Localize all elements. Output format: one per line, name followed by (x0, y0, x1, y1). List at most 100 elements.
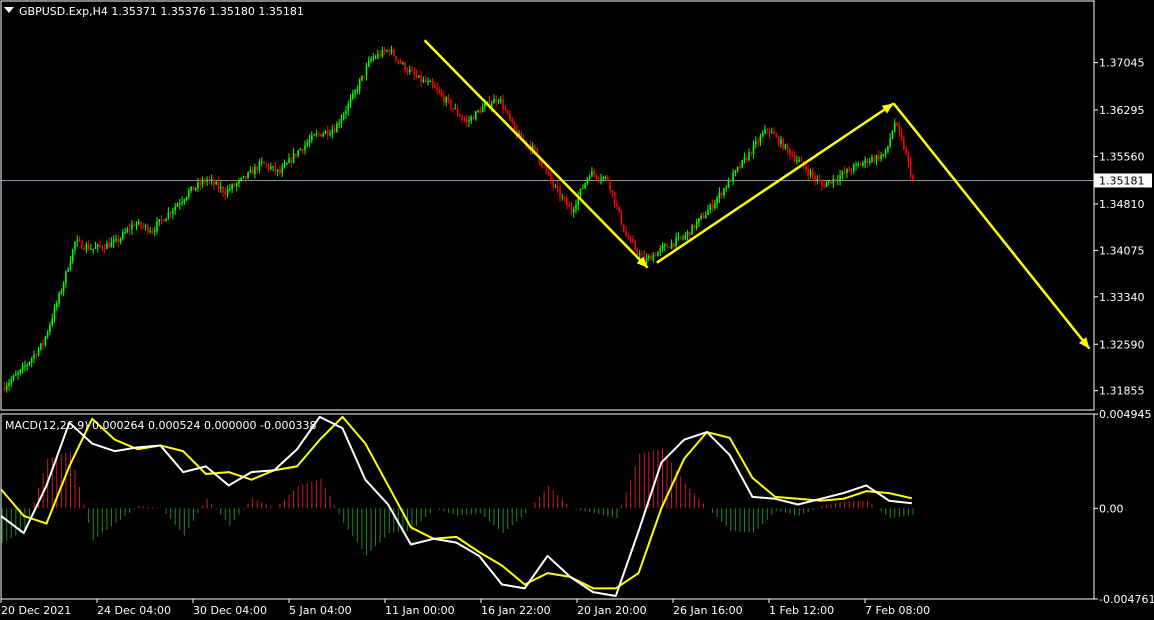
candle-body (493, 98, 495, 104)
candle-body (600, 179, 602, 181)
candle-body (181, 201, 183, 204)
candle-body (17, 372, 19, 375)
candle-body (60, 291, 63, 294)
candle-body (290, 158, 293, 163)
x-tick-label: 5 Jan 04:00 (289, 604, 352, 617)
candle-body (871, 157, 873, 162)
candle-body (144, 225, 147, 227)
candle-body (864, 159, 866, 163)
candle-body (584, 183, 586, 189)
candle-body (92, 248, 95, 250)
candle-body (44, 336, 47, 345)
candle-body (456, 108, 459, 115)
chart-canvas[interactable]: 1.37045 1.36295 1.35560 1.34810 1.34075 1.333… (0, 0, 1154, 620)
candle-body (691, 224, 693, 235)
candle-body (859, 164, 862, 166)
candle-body (156, 221, 158, 231)
candle-body (707, 210, 709, 215)
candle-body (69, 261, 72, 270)
candle-body (666, 245, 668, 248)
candle-body (543, 166, 545, 168)
candle-body (194, 187, 197, 191)
candle-body (188, 190, 190, 197)
candle-body (791, 154, 794, 156)
candle-body (668, 247, 671, 249)
candle-body (331, 130, 334, 134)
current-price-label: 1.35181 (1099, 174, 1145, 187)
candle-body (568, 204, 570, 207)
price-y-tick-label: 1.35560 (1099, 151, 1145, 164)
candle-body (452, 108, 454, 110)
candle-body (422, 79, 425, 82)
candle-body (183, 199, 186, 202)
candle-body (165, 218, 167, 222)
candle-body (545, 167, 548, 171)
candle-body (745, 157, 748, 161)
candle-body (301, 148, 304, 151)
candle-body (784, 144, 787, 149)
candle-body (786, 144, 789, 149)
candle-body (101, 246, 104, 249)
candle-body (238, 179, 240, 184)
candle-body (26, 364, 28, 366)
price-y-tick-label: 1.33340 (1099, 291, 1145, 304)
candle-body (21, 366, 24, 370)
candle-body (119, 238, 122, 243)
x-tick-label: 20 Dec 2021 (1, 604, 71, 617)
candle-body (720, 192, 723, 196)
candle-body (313, 134, 315, 136)
candle-body (281, 167, 284, 173)
candle-body (862, 162, 864, 166)
candle-body (638, 254, 641, 256)
candle-body (404, 62, 406, 71)
candle-body (347, 103, 350, 111)
candle-body (755, 141, 757, 145)
x-tick-label: 24 Dec 04:00 (97, 604, 171, 617)
candle-body (33, 354, 35, 359)
candle-body (875, 155, 878, 161)
candle-body (659, 248, 662, 252)
candle-body (752, 144, 755, 154)
candle-body (663, 245, 666, 247)
candle-body (292, 153, 295, 163)
candle-body (773, 131, 775, 135)
candle-body (627, 236, 630, 240)
candle-body (233, 184, 236, 187)
candle-body (818, 179, 821, 182)
x-tick-label: 30 Dec 04:00 (193, 604, 267, 617)
candle-body (24, 365, 26, 367)
candle-body (595, 174, 598, 179)
candle-body (115, 239, 117, 241)
candle-body (35, 354, 38, 356)
candle-body (263, 161, 265, 164)
candle-body (570, 206, 573, 213)
candle-body (759, 136, 762, 143)
candle-body (848, 168, 851, 172)
candle-body (575, 205, 577, 210)
candle-body (42, 343, 44, 345)
candle-body (340, 118, 343, 124)
candle-body (279, 169, 281, 173)
candle-body (541, 162, 543, 167)
candle-body (447, 97, 450, 101)
candle-body (270, 167, 272, 169)
candle-body (739, 166, 741, 168)
candle-body (94, 247, 97, 249)
candle-body (591, 171, 593, 177)
candle-body (274, 166, 277, 172)
candle-body (288, 158, 290, 163)
candle-body (479, 110, 482, 113)
candle-body (893, 122, 896, 132)
candle-body (272, 166, 274, 168)
candle-body (727, 179, 730, 188)
candle-body (775, 134, 778, 137)
x-tick-label: 16 Jan 22:00 (481, 604, 551, 617)
candle-body (215, 181, 217, 185)
candle-body (896, 122, 898, 126)
candle-body (905, 149, 907, 155)
candle-body (317, 133, 320, 135)
candle-body (254, 167, 256, 175)
candle-body (484, 104, 486, 108)
candle-body (3, 387, 6, 390)
candle-body (554, 186, 557, 188)
